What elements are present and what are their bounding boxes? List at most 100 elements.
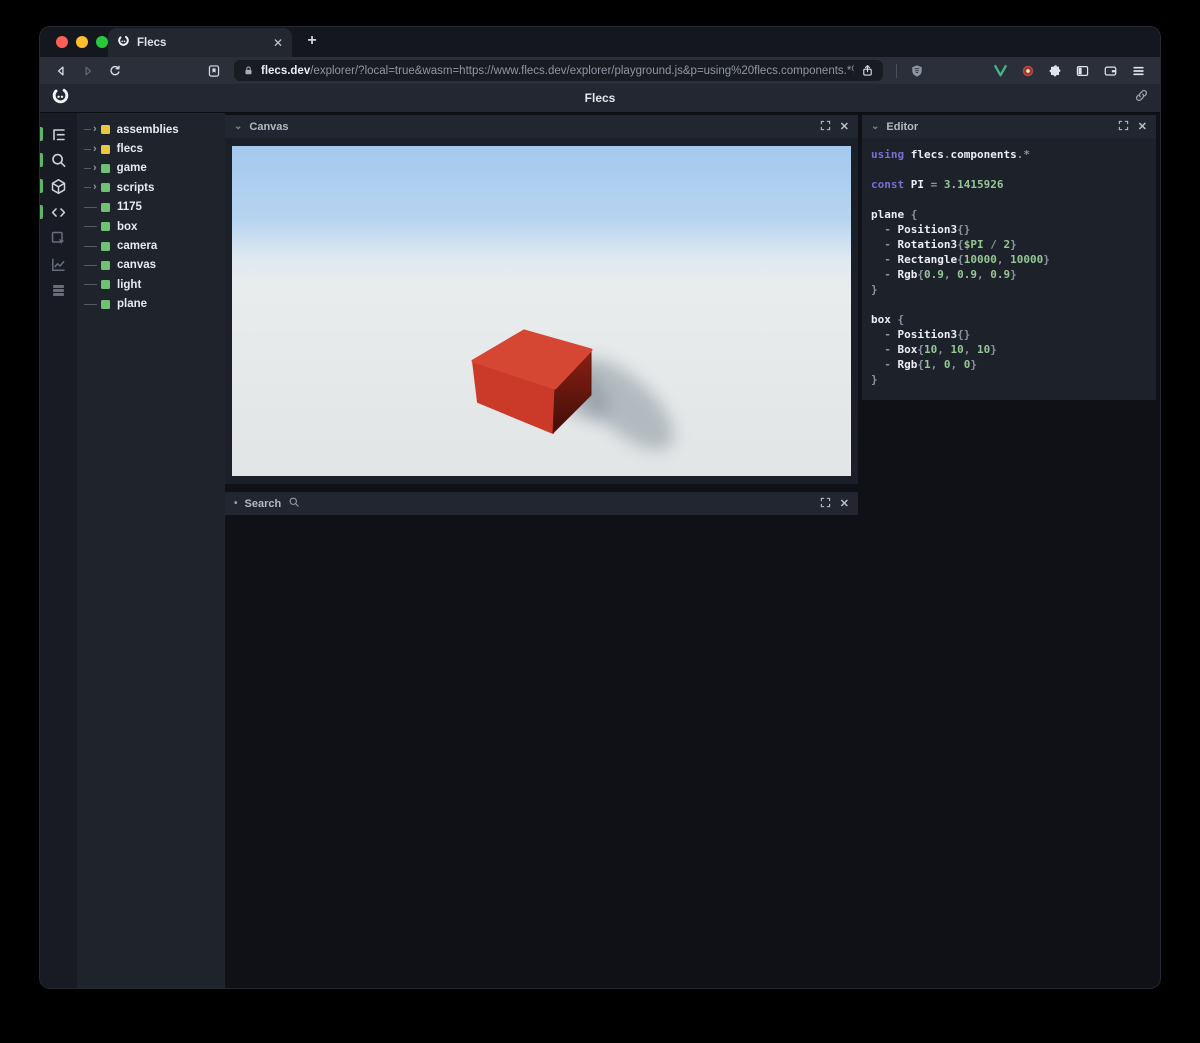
code-line: - Rectangle{10000, 10000} xyxy=(871,253,1050,266)
entity-color-square xyxy=(100,163,110,173)
fullscreen-icon[interactable] xyxy=(1118,120,1129,134)
code-line: - Rgb{0.9, 0.9, 0.9} xyxy=(871,268,1017,281)
extension-badge-icon[interactable] xyxy=(1021,64,1035,78)
browser-tab[interactable]: Flecs ✕ xyxy=(108,28,292,57)
tree-item-label: flecs xyxy=(116,143,143,156)
sidebar-item-stats-icon[interactable] xyxy=(40,251,77,277)
tree-connector xyxy=(84,187,91,189)
sidebar-item-search-icon[interactable] xyxy=(40,147,77,173)
new-tab-button[interactable]: + xyxy=(302,32,322,50)
wallet-icon[interactable] xyxy=(1103,64,1118,78)
tree-item-box[interactable]: box xyxy=(77,217,225,236)
tree-item-light[interactable]: light xyxy=(77,275,225,294)
icon-sidebar xyxy=(40,113,77,988)
search-panel-title: Search xyxy=(244,497,282,510)
tree-item-flecs[interactable]: › flecs xyxy=(77,139,225,158)
tree-item-label: scripts xyxy=(116,181,155,194)
expand-chevron-icon[interactable]: › xyxy=(93,162,97,174)
tree-item-game[interactable]: › game xyxy=(77,159,225,178)
url-domain: flecs.dev xyxy=(261,64,311,77)
expand-chevron-icon[interactable]: › xyxy=(93,124,97,135)
page-title: Flecs xyxy=(584,91,616,105)
menu-hamburger-icon[interactable] xyxy=(1131,64,1146,78)
code-line: - Position3{} xyxy=(871,328,971,341)
tab-title: Flecs xyxy=(137,36,167,49)
minimize-window-button[interactable] xyxy=(76,36,88,48)
flecs-favicon-icon xyxy=(117,34,130,52)
reload-button[interactable] xyxy=(108,64,122,78)
tree-item-scripts[interactable]: › scripts xyxy=(77,178,225,197)
tree-item-label: canvas xyxy=(117,259,157,272)
vue-devtools-extension-icon[interactable] xyxy=(993,64,1008,77)
entity-color-square xyxy=(101,299,110,309)
code-line: const PI = 3.1415926 xyxy=(871,178,1004,191)
entity-color-square xyxy=(101,260,110,270)
extensions-puzzle-icon[interactable] xyxy=(1048,64,1062,78)
address-bar[interactable]: flecs.dev/explorer/?local=true&wasm=http… xyxy=(234,60,883,81)
explorer-content: › assemblies › flecs › game › scripts 1175 box cam… xyxy=(40,113,1160,988)
chevron-down-icon[interactable]: ⌄ xyxy=(234,121,242,132)
sidebar-item-entities-icon[interactable] xyxy=(40,173,77,199)
tree-item-plane[interactable]: plane xyxy=(77,295,225,314)
tree-item-1175[interactable]: 1175 xyxy=(77,198,225,217)
sidebar-item-inspect-icon[interactable] xyxy=(40,225,77,251)
expand-chevron-icon[interactable]: › xyxy=(93,143,97,155)
tree-connector xyxy=(84,303,97,305)
sidebar-item-code-icon[interactable] xyxy=(40,199,77,225)
code-line: box { xyxy=(871,313,905,326)
share-icon[interactable] xyxy=(861,64,874,77)
code-line: plane { xyxy=(871,208,918,221)
tree-item-label: assemblies xyxy=(116,123,179,136)
sidebar-item-queries-icon[interactable] xyxy=(40,277,77,303)
tree-connector xyxy=(84,284,97,286)
canvas-3d-view[interactable] xyxy=(225,138,858,484)
sidebar-toggle-icon[interactable] xyxy=(1075,64,1090,78)
sidebar-item-tree-view-icon[interactable] xyxy=(40,121,77,147)
app-header: Flecs xyxy=(40,84,1160,113)
chevron-down-icon[interactable]: ⌄ xyxy=(871,121,879,132)
tree-item-assemblies[interactable]: › assemblies xyxy=(77,120,225,139)
forward-button[interactable] xyxy=(81,64,95,78)
tree-item-canvas[interactable]: canvas xyxy=(77,256,225,275)
entity-color-square xyxy=(101,241,110,251)
browser-toolbar: flecs.dev/explorer/?local=true&wasm=http… xyxy=(40,57,1160,84)
tree-item-camera[interactable]: camera xyxy=(77,236,225,255)
collapsed-indicator-icon[interactable]: • xyxy=(234,498,238,509)
zoom-window-button[interactable] xyxy=(96,36,108,48)
entity-color-square xyxy=(101,280,110,290)
close-icon[interactable]: ✕ xyxy=(1138,120,1147,133)
bookmark-icon[interactable] xyxy=(207,64,221,78)
active-indicator xyxy=(40,127,43,141)
tree-item-label: box xyxy=(117,220,138,233)
code-editor[interactable]: using flecs.components.* const PI = 3.14… xyxy=(862,138,1156,400)
entity-color-square xyxy=(101,222,110,232)
close-icon[interactable]: ✕ xyxy=(840,120,849,133)
url-text: flecs.dev/explorer/?local=true&wasm=http… xyxy=(261,65,854,77)
search-panel-header[interactable]: • Search ✕ xyxy=(225,492,858,515)
editor-panel-header[interactable]: ⌄ Editor ✕ xyxy=(862,115,1156,138)
entity-color-square xyxy=(100,144,110,154)
active-indicator xyxy=(40,153,43,167)
tree-item-label: game xyxy=(116,162,147,175)
code-line: } xyxy=(871,373,878,386)
entity-tree: › assemblies › flecs › game › scripts 1175 box cam… xyxy=(77,113,225,988)
close-icon[interactable]: ✕ xyxy=(840,497,849,510)
code-line: - Rgb{1, 0, 0} xyxy=(871,358,977,371)
editor-panel: ⌄ Editor ✕ using flecs.components.* cons… xyxy=(862,115,1156,400)
tab-close-icon[interactable]: ✕ xyxy=(273,36,283,50)
close-window-button[interactable] xyxy=(56,36,68,48)
canvas-panel-header[interactable]: ⌄ Canvas ✕ xyxy=(225,115,858,138)
brave-shield-icon[interactable] xyxy=(910,64,924,78)
entity-color-square xyxy=(100,125,110,135)
fullscreen-icon[interactable] xyxy=(820,120,831,134)
expand-chevron-icon[interactable]: › xyxy=(93,182,97,193)
back-button[interactable] xyxy=(54,64,68,78)
canvas-panel-title: Canvas xyxy=(249,120,289,133)
extension-icons xyxy=(993,64,1146,78)
code-line: using flecs.components.* xyxy=(871,148,1030,161)
fullscreen-icon[interactable] xyxy=(820,497,831,511)
lock-icon xyxy=(243,65,254,76)
